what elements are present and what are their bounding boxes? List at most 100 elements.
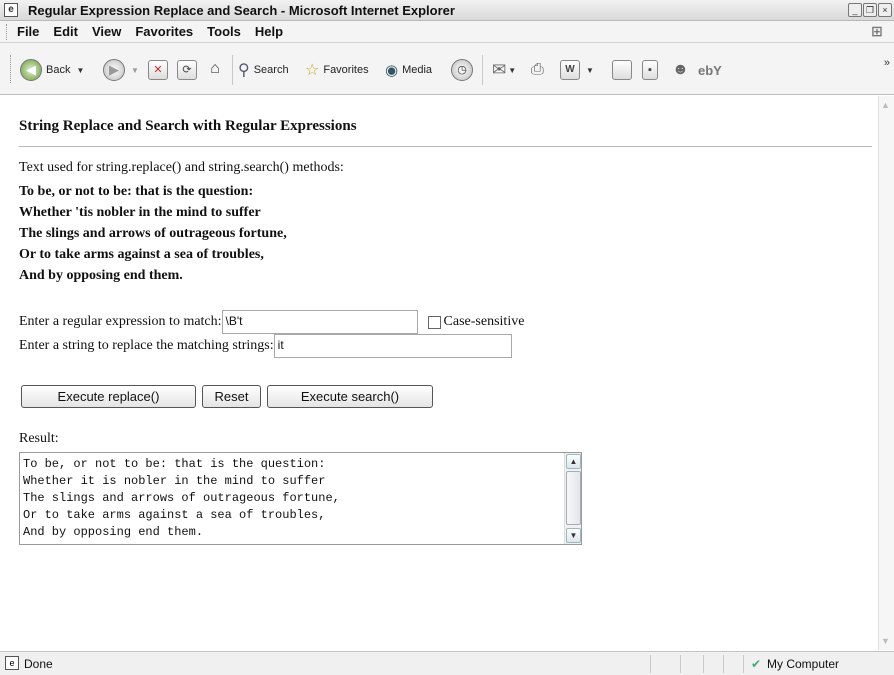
regex-row: Enter a regular expression to match: \B'…: [19, 310, 524, 334]
menu-tools[interactable]: Tools: [207, 24, 241, 39]
stop-icon: ✕: [148, 60, 168, 80]
search-label: Search: [253, 64, 289, 76]
edit-dropdown-icon[interactable]: ▼: [586, 66, 594, 75]
menu-favorites[interactable]: Favorites: [135, 24, 193, 39]
replace-label: Enter a string to replace the matching s…: [19, 338, 274, 353]
source-line: The slings and arrows of outrageous fort…: [19, 226, 287, 241]
refresh-button[interactable]: ⟳: [177, 59, 197, 81]
stop-button[interactable]: ✕: [148, 59, 168, 81]
mail-button[interactable]: ✉ ▼: [492, 59, 516, 81]
page-scroll-down-icon[interactable]: ▼: [881, 636, 890, 646]
title-bar: e Regular Expression Replace and Search …: [0, 0, 894, 21]
page-scroll-up-icon[interactable]: ▲: [881, 100, 890, 110]
page-status-icon: e: [5, 656, 19, 670]
execute-replace-button[interactable]: Execute replace(): [21, 385, 196, 408]
search-icon: ⚲: [238, 62, 250, 79]
star-icon: ☆: [305, 62, 320, 79]
toolbar-grip[interactable]: [10, 55, 13, 83]
minimize-icon[interactable]: _: [848, 3, 862, 17]
toolbar-separator: [232, 55, 233, 85]
menu-file[interactable]: File: [17, 24, 39, 39]
menu-bar: File Edit View Favorites Tools Help ⊞: [0, 21, 894, 43]
restore-icon[interactable]: ❐: [863, 3, 877, 17]
back-button[interactable]: ◀ Back ▼: [20, 59, 84, 81]
scroll-up-icon[interactable]: ▲: [566, 454, 581, 469]
page-scrollbar[interactable]: ▲ ▼: [878, 96, 894, 650]
replace-input[interactable]: it: [273, 334, 512, 358]
window-controls: _ ❐ ×: [848, 3, 892, 17]
case-sensitive-checkbox[interactable]: [427, 315, 441, 329]
media-button[interactable]: ◉ Media: [385, 59, 432, 81]
horizontal-rule: [19, 146, 872, 147]
mail-dropdown-icon[interactable]: ▼: [508, 66, 516, 75]
status-text: Done: [24, 657, 53, 671]
ebay-button[interactable]: ebY: [698, 59, 722, 81]
messenger-icon: ▪: [642, 60, 658, 80]
search-button[interactable]: ⚲ Search: [238, 59, 289, 81]
mail-icon: ✉: [492, 60, 507, 79]
case-sensitive-label: Case-sensitive: [443, 314, 525, 329]
result-scrollbar[interactable]: ▲ ▼: [564, 453, 581, 544]
media-icon: ◉: [385, 62, 399, 79]
ebay-icon: ebY: [698, 62, 722, 78]
media-label: Media: [402, 64, 433, 76]
discuss-button[interactable]: [612, 59, 632, 81]
menu-edit[interactable]: Edit: [53, 24, 78, 39]
source-text: To be, or not to be: that is the questio…: [19, 181, 287, 286]
home-icon: ⌂: [210, 60, 220, 77]
source-line: And by opposing end them.: [19, 268, 183, 283]
back-label: Back: [46, 64, 71, 76]
status-bar: e Done ✔ My Computer: [0, 651, 894, 675]
source-line: Whether 'tis nobler in the mind to suffe…: [19, 205, 261, 220]
status-divider: [650, 655, 651, 673]
regex-label: Enter a regular expression to match:: [19, 314, 222, 329]
windows-logo-icon: ⊞: [871, 23, 883, 39]
history-icon: ◷: [451, 59, 473, 81]
back-arrow-icon: ◀: [20, 59, 42, 81]
intro-text: Text used for string.replace() and strin…: [19, 160, 344, 175]
ie-window-icon[interactable]: e: [4, 3, 18, 17]
research-button[interactable]: ☻: [672, 59, 689, 81]
refresh-icon: ⟳: [177, 60, 197, 80]
print-button[interactable]: ⎙: [531, 59, 544, 81]
forward-arrow-icon: ▶: [103, 59, 125, 81]
reset-button[interactable]: Reset: [202, 385, 261, 408]
source-line: To be, or not to be: that is the questio…: [19, 184, 254, 199]
home-button[interactable]: ⌂: [205, 59, 225, 81]
edit-word-button[interactable]: W ▼: [560, 59, 594, 81]
page-content: String Replace and Search with Regular E…: [6, 96, 878, 650]
menu-help[interactable]: Help: [255, 24, 283, 39]
result-text: To be, or not to be: that is the questio…: [23, 457, 340, 539]
history-button[interactable]: ◷: [451, 59, 473, 81]
result-textarea[interactable]: To be, or not to be: that is the questio…: [19, 452, 582, 545]
toolbar: ◀ Back ▼ ▶ ▼ ✕ ⟳ ⌂ ⚲ Search ☆ Favorites …: [0, 43, 894, 95]
replace-row: Enter a string to replace the matching s…: [19, 334, 512, 358]
result-label: Result:: [19, 431, 59, 446]
messenger-button[interactable]: ▪: [642, 59, 658, 81]
menu-grip[interactable]: [6, 23, 9, 40]
status-divider: [723, 655, 724, 673]
computer-zone-icon: ✔: [751, 657, 762, 671]
scroll-thumb[interactable]: [566, 471, 581, 525]
toolbar-separator: [482, 55, 483, 85]
status-divider: [743, 655, 744, 673]
page-heading: String Replace and Search with Regular E…: [19, 118, 357, 134]
status-divider: [703, 655, 704, 673]
window-title: Regular Expression Replace and Search - …: [28, 2, 455, 18]
back-dropdown-icon[interactable]: ▼: [76, 66, 84, 75]
discuss-icon: [612, 60, 632, 80]
toolbar-overflow-icon[interactable]: »: [884, 57, 890, 69]
research-icon: ☻: [672, 61, 689, 78]
close-icon[interactable]: ×: [878, 3, 892, 17]
source-line: Or to take arms against a sea of trouble…: [19, 247, 264, 262]
forward-button[interactable]: ▶ ▼: [103, 59, 139, 81]
favorites-button[interactable]: ☆ Favorites: [305, 59, 369, 81]
execute-search-button[interactable]: Execute search(): [267, 385, 433, 408]
forward-dropdown-icon[interactable]: ▼: [131, 66, 139, 75]
scroll-down-icon[interactable]: ▼: [566, 528, 581, 543]
status-divider: [680, 655, 681, 673]
print-icon: ⎙: [531, 61, 544, 78]
menu-view[interactable]: View: [92, 24, 121, 39]
regex-input[interactable]: \B't: [221, 310, 418, 334]
word-icon: W: [560, 60, 580, 80]
